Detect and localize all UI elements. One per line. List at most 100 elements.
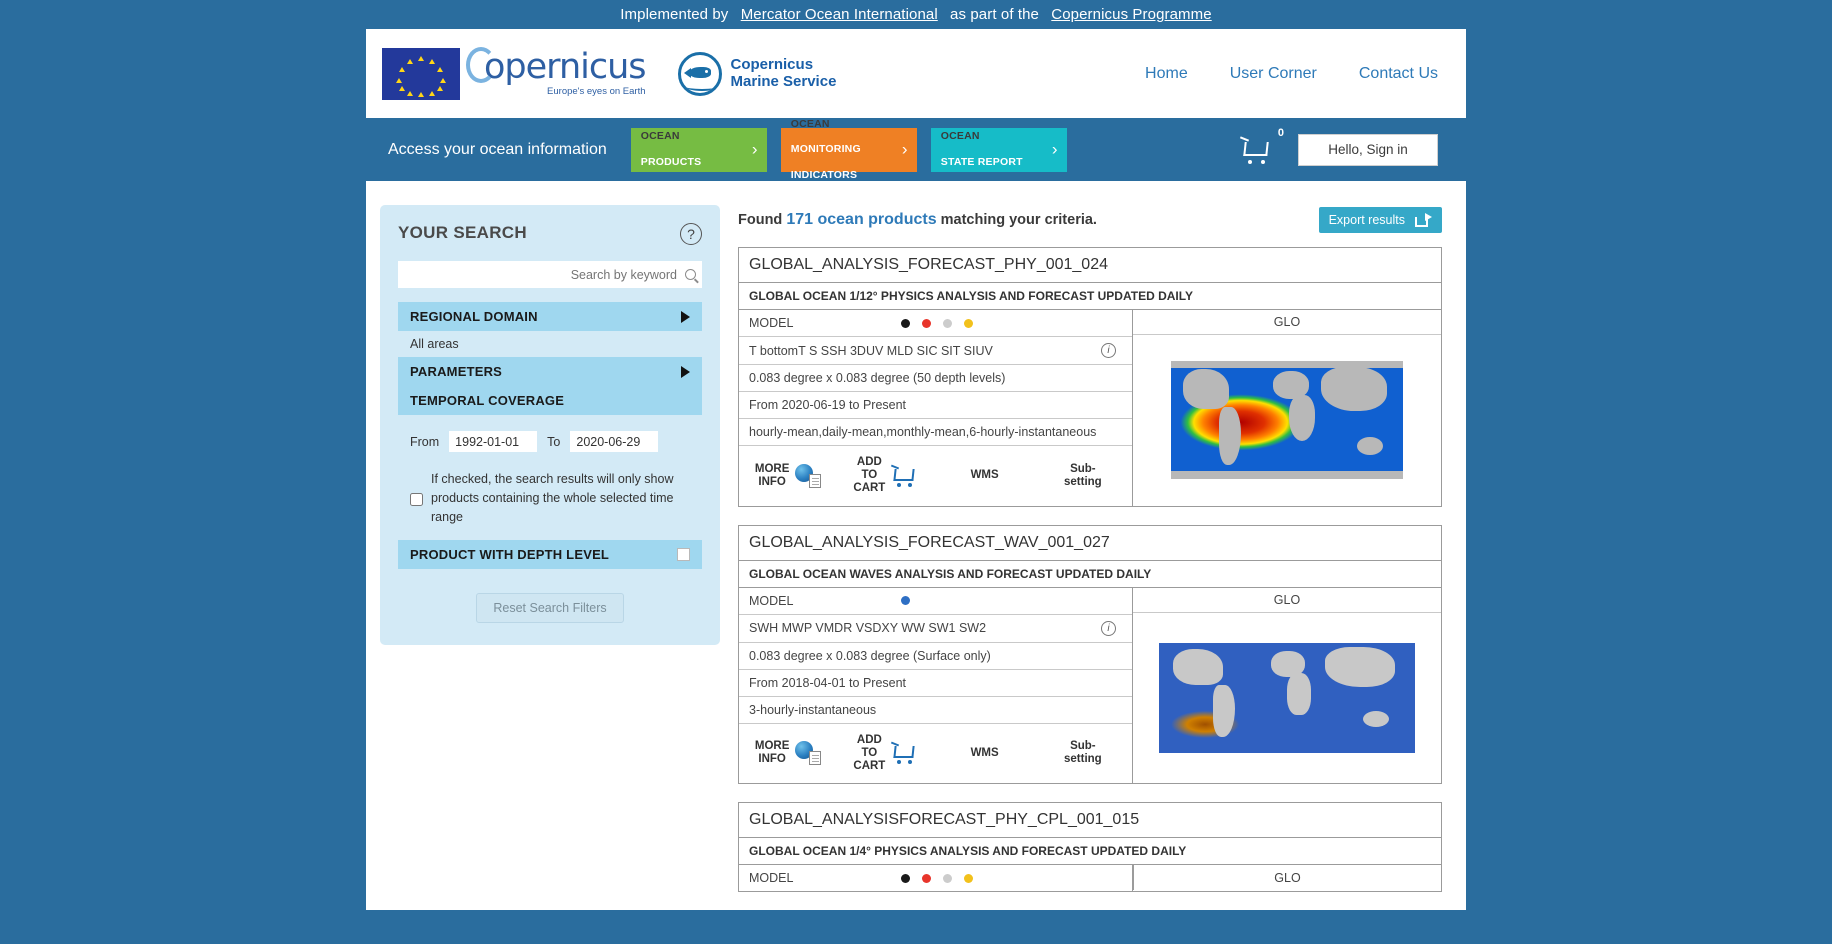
status-dot xyxy=(943,319,952,328)
logo-group: opernicus Europe's eyes on Earth Coperni… xyxy=(382,48,836,100)
status-dot xyxy=(901,874,910,883)
wms-button[interactable]: WMS xyxy=(936,724,1034,784)
marine-service-logo[interactable]: Copernicus Marine Service xyxy=(678,52,837,96)
mercator-ocean-link[interactable]: Mercator Ocean International xyxy=(741,6,938,23)
access-bar-label: Access your ocean information xyxy=(388,141,607,159)
eu-flag-icon xyxy=(382,48,460,100)
product-card: GLOBAL_ANALYSISFORECAST_PHY_CPL_001_015 … xyxy=(738,802,1442,892)
product-details: MODEL xyxy=(739,865,1133,891)
search-panel-header: YOUR SEARCH ? xyxy=(398,223,702,245)
chevron-right-icon: › xyxy=(752,139,758,160)
implemented-by-middle: as part of the xyxy=(950,6,1039,23)
product-coverage: From 2018-04-01 to Present xyxy=(739,670,1132,696)
nav-user-corner[interactable]: User Corner xyxy=(1230,65,1317,83)
found-suffix: matching your criteria. xyxy=(941,212,1097,228)
product-title[interactable]: GLOBAL_ANALYSIS_FORECAST_WAV_001_027 xyxy=(739,526,1441,561)
wms-button[interactable]: WMS xyxy=(936,446,1034,506)
filter-temporal-coverage[interactable]: TEMPORAL COVERAGE xyxy=(398,386,702,415)
copernicus-logo: opernicus Europe's eyes on Earth xyxy=(478,50,646,97)
filter-product-with-depth-level[interactable]: PRODUCT WITH DEPTH LEVEL xyxy=(398,540,702,569)
add-to-cart-button[interactable]: ADD TO CART xyxy=(837,724,935,784)
cart-count-badge: 0 xyxy=(1278,127,1284,139)
ocean-monitoring-indicators-button[interactable]: OCEAN MONITORING INDICATORS › xyxy=(781,128,917,172)
export-results-label: Export results xyxy=(1329,213,1405,227)
filter-parameters[interactable]: PARAMETERS xyxy=(398,357,702,386)
status-dot xyxy=(922,319,931,328)
whole-range-label: If checked, the search results will only… xyxy=(431,470,690,526)
product-title[interactable]: GLOBAL_ANALYSIS_FORECAST_PHY_001_024 xyxy=(739,248,1441,283)
info-icon[interactable]: i xyxy=(1101,343,1116,358)
reset-search-filters-button[interactable]: Reset Search Filters xyxy=(476,593,623,623)
more-info-button[interactable]: MORE INFO xyxy=(739,724,837,784)
product-title[interactable]: GLOBAL_ANALYSISFORECAST_PHY_CPL_001_015 xyxy=(739,803,1441,838)
search-icon[interactable] xyxy=(685,269,696,280)
date-from-input[interactable] xyxy=(449,431,537,452)
osr-line1: OCEAN xyxy=(941,130,1023,143)
product-type-row: MODEL xyxy=(739,310,1132,337)
subsetting-button[interactable]: Sub- setting xyxy=(1034,446,1132,506)
product-resolution: 0.083 degree x 0.083 degree (Surface onl… xyxy=(739,643,1132,669)
product-right-column: GLO xyxy=(1133,588,1441,784)
filter-regional-domain-label: REGIONAL DOMAIN xyxy=(410,309,538,324)
product-card: GLOBAL_ANALYSIS_FORECAST_WAV_001_027 GLO… xyxy=(738,525,1442,785)
product-body: MODEL T bottomT S SSH 3DU xyxy=(739,310,1441,506)
product-type: MODEL xyxy=(739,588,891,614)
keyword-search-box[interactable] xyxy=(398,261,702,288)
product-region: GLO xyxy=(1133,588,1441,613)
results-header: Found 171 ocean products matching your c… xyxy=(738,205,1442,233)
filter-all-areas[interactable]: All areas xyxy=(398,331,702,357)
add-to-cart-button[interactable]: ADD TO CART xyxy=(837,446,935,506)
add-to-cart-label: ADD TO CART xyxy=(853,456,885,496)
chevron-right-icon: › xyxy=(902,139,908,160)
subsetting-button[interactable]: Sub- setting xyxy=(1034,724,1132,784)
help-icon[interactable]: ? xyxy=(680,223,702,245)
export-icon xyxy=(1415,213,1432,227)
content-area: YOUR SEARCH ? REGIONAL DOMAIN All areas … xyxy=(366,181,1466,910)
ocean-state-report-button[interactable]: OCEAN STATE REPORT › xyxy=(931,128,1067,172)
search-input[interactable] xyxy=(408,267,679,283)
ocean-products-button[interactable]: OCEAN PRODUCTS › xyxy=(631,128,767,172)
implemented-by-prefix: Implemented by xyxy=(620,6,728,23)
product-variables: SWH MWP VMDR VSDXY WW SW1 SW2 xyxy=(749,621,986,635)
whole-range-row: If checked, the search results will only… xyxy=(398,452,702,526)
filter-regional-domain[interactable]: REGIONAL DOMAIN xyxy=(398,302,702,331)
chevron-right-icon xyxy=(681,366,690,378)
product-card: GLOBAL_ANALYSIS_FORECAST_PHY_001_024 GLO… xyxy=(738,247,1442,507)
osr-line2: STATE REPORT xyxy=(941,156,1023,169)
whole-range-checkbox[interactable] xyxy=(410,473,423,526)
chevron-right-icon xyxy=(681,311,690,323)
nav-contact-us[interactable]: Contact Us xyxy=(1359,65,1438,83)
product-body: MODEL SWH MWP VMDR VSDXY WW SW1 SW2 i xyxy=(739,588,1441,784)
chevron-right-icon: › xyxy=(1052,139,1058,160)
product-thumbnail-cell[interactable] xyxy=(1133,613,1441,784)
sidebar-column: YOUR SEARCH ? REGIONAL DOMAIN All areas … xyxy=(366,205,726,910)
depth-toggle-checkbox[interactable] xyxy=(677,548,690,561)
product-resolution-row: 0.083 degree x 0.083 degree (50 depth le… xyxy=(739,365,1132,392)
date-range-row: From To xyxy=(398,415,702,452)
product-variables-row: T bottomT S SSH 3DUV MLD SIC SIT SIUV i xyxy=(739,337,1132,365)
product-variables: T bottomT S SSH 3DUV MLD SIC SIT SIUV xyxy=(749,344,993,358)
more-info-label: MORE INFO xyxy=(755,740,790,766)
main-navigation: Home User Corner Contact Us xyxy=(1145,65,1438,83)
access-bar: Access your ocean information OCEAN PROD… xyxy=(366,118,1466,181)
product-thumbnail-cell[interactable] xyxy=(1133,335,1441,506)
product-variables-row: SWH MWP VMDR VSDXY WW SW1 SW2 i xyxy=(739,615,1132,643)
results-count-text: Found 171 ocean products matching your c… xyxy=(738,211,1097,229)
product-region: GLO xyxy=(1133,865,1441,890)
product-frequency: hourly-mean,daily-mean,monthly-mean,6-ho… xyxy=(739,419,1132,445)
cart-button[interactable]: 0 xyxy=(1242,136,1298,164)
date-to-input[interactable] xyxy=(570,431,658,452)
product-description: GLOBAL OCEAN WAVES ANALYSIS AND FORECAST… xyxy=(739,561,1441,588)
product-thumbnail-wave xyxy=(1159,643,1415,753)
copernicus-programme-link[interactable]: Copernicus Programme xyxy=(1051,6,1211,23)
globe-icon xyxy=(795,741,821,765)
product-actions: MORE INFO ADD TO CART WMS Sub- setting xyxy=(739,446,1132,506)
filter-temporal-coverage-label: TEMPORAL COVERAGE xyxy=(410,393,564,408)
export-results-button[interactable]: Export results xyxy=(1319,207,1442,233)
product-type-row: MODEL xyxy=(739,865,1132,891)
more-info-button[interactable]: MORE INFO xyxy=(739,446,837,506)
product-body: MODEL GLO xyxy=(739,865,1441,891)
info-icon[interactable]: i xyxy=(1101,621,1116,636)
nav-home[interactable]: Home xyxy=(1145,65,1188,83)
sign-in-button[interactable]: Hello, Sign in xyxy=(1298,134,1438,166)
